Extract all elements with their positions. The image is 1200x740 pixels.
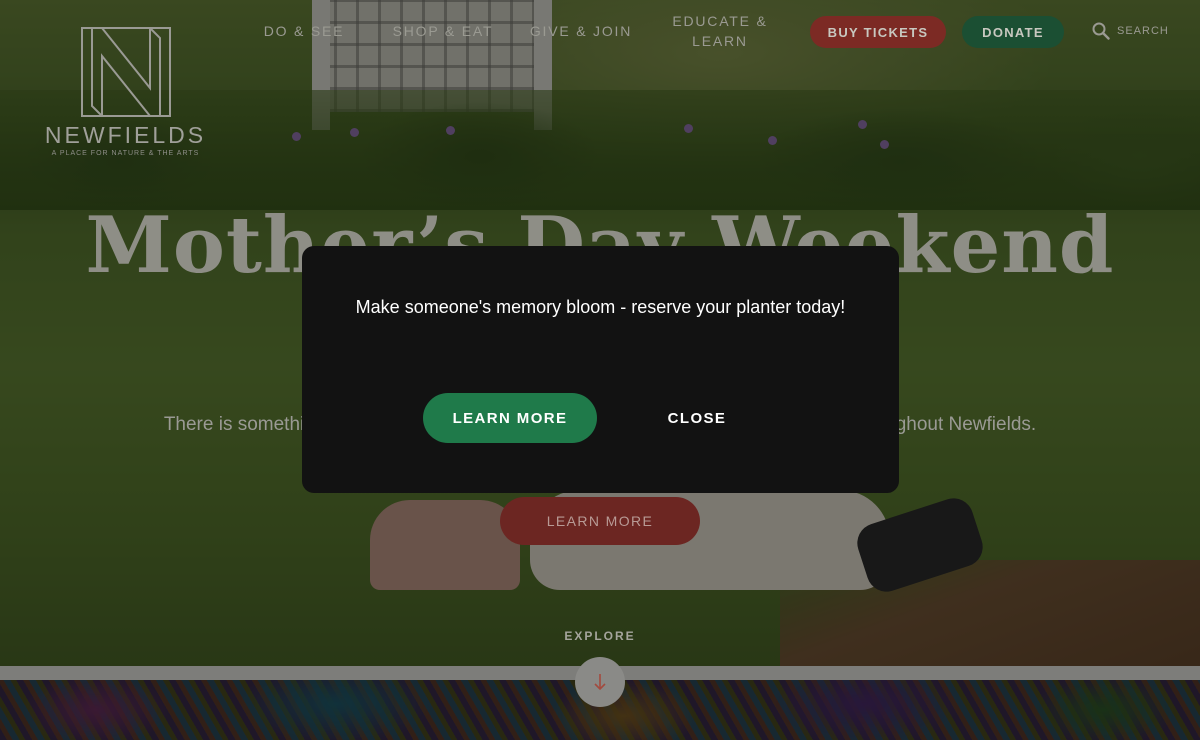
nav-shop-eat[interactable]: SHOP & EAT [390,21,496,41]
promo-modal: Make someone's memory bloom - reserve yo… [302,246,899,493]
newfields-n-icon [80,27,171,117]
search-label: SEARCH [1117,25,1169,37]
nav-give-join[interactable]: GIVE & JOIN [528,21,634,41]
logo-wordmark: NEWFIELDS [44,122,207,148]
search-icon [1092,22,1110,40]
nav-educate-line2: LEARN [692,33,748,49]
modal-close-button[interactable]: CLOSE [652,393,742,443]
nav-do-see[interactable]: DO & SEE [262,21,346,41]
buy-tickets-button[interactable]: BUY TICKETS [810,16,946,48]
donate-button[interactable]: DONATE [962,16,1064,48]
explore-scroll-button[interactable] [575,657,625,707]
hero-learn-more-button[interactable]: LEARN MORE [500,497,700,545]
modal-message: Make someone's memory bloom - reserve yo… [355,297,846,317]
nav-educate-line1: EDUCATE & [672,13,768,29]
arrow-down-icon [594,674,606,691]
nav-educate-learn[interactable]: EDUCATE & LEARN [668,11,772,51]
logo-tagline: A PLACE FOR NATURE & THE ARTS [51,150,200,157]
explore-label: EXPLORE [564,629,636,643]
modal-learn-more-button[interactable]: LEARN MORE [423,393,597,443]
newfields-logo[interactable]: NEWFIELDS A PLACE FOR NATURE & THE ARTS [38,26,213,166]
search-button[interactable]: SEARCH [1092,22,1169,40]
